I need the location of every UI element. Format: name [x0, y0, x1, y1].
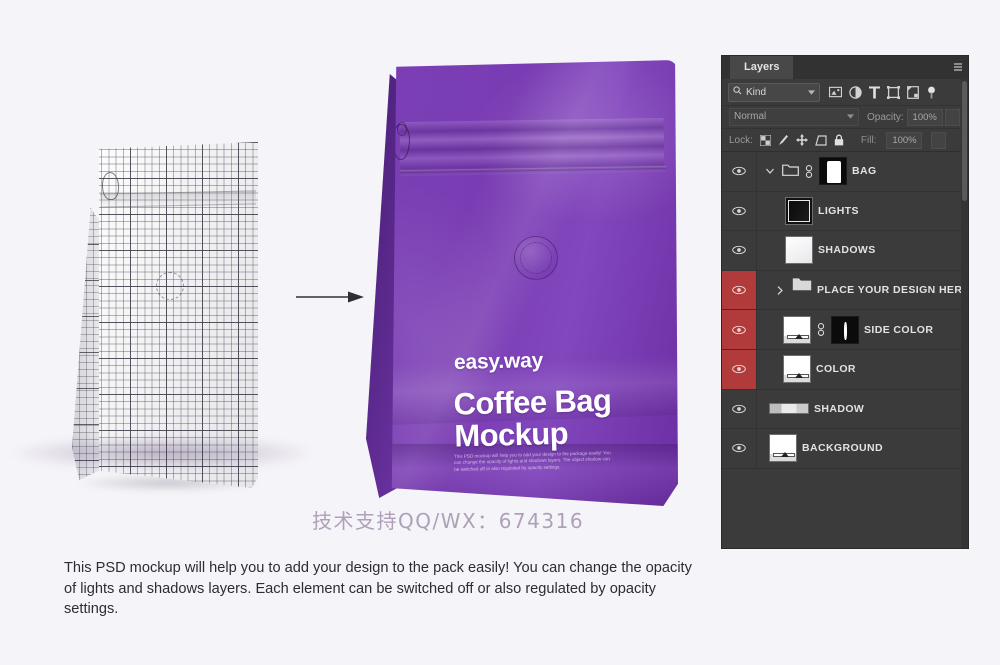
layer-thumbnail-color[interactable] [783, 355, 811, 384]
smart-object-filter-icon[interactable] [907, 85, 919, 99]
lock-position-icon[interactable] [795, 134, 808, 146]
adjustment-filter-icon[interactable] [849, 85, 862, 99]
layer-mask-thumbnail-side-color[interactable] [831, 315, 859, 344]
shape-filter-icon[interactable] [887, 85, 900, 99]
opacity-label: Opacity: [867, 111, 904, 123]
layers-panel: Layers Kind Normal Opacity: 100% Lock: F… [722, 56, 968, 548]
eye-icon [732, 246, 746, 255]
layer-filter-row: Kind [722, 79, 968, 106]
layer-name: LIGHTS [818, 204, 859, 217]
eye-icon [732, 167, 746, 176]
layer-row-shadow[interactable]: SHADOW [722, 389, 968, 430]
transformation-arrow-icon [296, 290, 364, 304]
layer-name: SHADOW [814, 402, 865, 415]
layer-name: COLOR [816, 363, 856, 376]
layer-thumbnail-lights[interactable] [785, 196, 813, 225]
lock-image-pixels-icon[interactable] [778, 134, 789, 146]
bag-headline: Coffee Bag Mockup [453, 382, 612, 454]
visibility-toggle-lights[interactable] [722, 191, 757, 231]
coffee-bag-front-panel: easy.way Coffee Bag Mockup This PSD mocku… [391, 60, 678, 506]
eye-icon [732, 285, 746, 295]
visibility-toggle-bag[interactable] [722, 152, 757, 191]
panel-tab-bar: Layers [722, 56, 968, 79]
link-icon[interactable] [804, 164, 814, 178]
layer-row-lights[interactable]: LIGHTS [722, 191, 968, 232]
layer-row-side-color[interactable]: SIDE COLOR [722, 310, 968, 350]
blend-mode-value: Normal [734, 111, 767, 122]
layer-row-bag[interactable]: BAG [722, 152, 968, 192]
folder-icon [782, 163, 799, 179]
eye-icon [732, 325, 746, 334]
layer-name: SIDE COLOR [864, 323, 934, 336]
watermark-text: 技术支持QQ/WX：674316 [312, 509, 585, 533]
link-icon[interactable] [816, 323, 826, 337]
page-description: This PSD mockup will help you to add you… [64, 560, 692, 617]
layer-list: BAG LIGHTS SHADOWS PLACE YOUR DESIGN HER… [722, 152, 968, 469]
layer-name: PLACE YOUR DESIGN HERE [817, 284, 968, 297]
fill-label: Fill: [860, 134, 877, 146]
coffee-bag-mockup: easy.way Coffee Bag Mockup This PSD mocku… [366, 60, 678, 530]
visibility-toggle-side-color[interactable] [722, 310, 757, 349]
opacity-value[interactable]: 100% [906, 108, 943, 126]
eye-icon [732, 365, 746, 374]
filter-kind-select[interactable]: Kind [728, 82, 820, 102]
visibility-toggle-shadow[interactable] [722, 389, 757, 429]
layer-row-shadows[interactable]: SHADOWS [722, 231, 968, 271]
eye-icon [732, 206, 746, 216]
layers-scrollbar[interactable] [961, 79, 968, 548]
lock-transparent-pixels-icon[interactable] [759, 134, 771, 146]
layer-mask-thumbnail-bag[interactable] [819, 157, 847, 186]
blend-mode-row: Normal Opacity: 100% [722, 106, 968, 129]
fill-stepper[interactable] [931, 131, 947, 149]
lock-all-icon[interactable] [834, 134, 844, 146]
fill-value[interactable]: 100% [886, 131, 923, 149]
layer-row-background[interactable]: BACKGROUND [722, 429, 968, 469]
layer-row-place-your-design-here[interactable]: PLACE YOUR DESIGN HERE [722, 270, 968, 311]
layers-scrollbar-thumb[interactable] [962, 81, 967, 201]
layer-name: BAG [852, 165, 877, 178]
eye-icon [732, 404, 746, 414]
tab-layers[interactable]: Layers [730, 56, 794, 79]
panel-menu-icon[interactable] [952, 61, 964, 73]
lock-label: Lock: [729, 134, 753, 146]
search-icon [733, 86, 742, 98]
filter-kind-label: Kind [746, 86, 767, 98]
bag-brand-name: easy.way [453, 348, 544, 375]
folder-icon [792, 276, 812, 304]
layer-thumbnail-side-color[interactable] [783, 315, 811, 344]
canvas-stage: easy.way Coffee Bag Mockup This PSD mocku… [0, 0, 1000, 665]
eye-icon [732, 444, 746, 453]
pixel-filter-icon[interactable] [829, 86, 842, 98]
layer-name: BACKGROUND [802, 442, 883, 455]
layer-thumbnail-shadows[interactable] [785, 236, 813, 265]
type-filter-icon[interactable] [869, 86, 880, 99]
layer-thumbnail-shadow[interactable] [769, 403, 809, 415]
visibility-toggle-place-your-design-here[interactable] [722, 270, 757, 310]
chevron-down-icon [808, 87, 815, 98]
blend-mode-select[interactable]: Normal [729, 108, 859, 126]
filter-toggle-icon[interactable] [926, 86, 937, 99]
visibility-toggle-background[interactable] [722, 429, 757, 468]
coffee-bag-shadow [10, 436, 306, 470]
visibility-toggle-color[interactable] [722, 349, 757, 389]
chevron-right-icon[interactable] [773, 285, 787, 295]
opacity-stepper[interactable] [944, 108, 960, 126]
layer-row-color[interactable]: COLOR [722, 349, 968, 390]
chevron-down-icon [847, 109, 854, 125]
chevron-down-icon[interactable] [763, 168, 777, 175]
lock-row: Lock: Fill: 100% [722, 129, 968, 152]
bag-body-copy: This PSD mockup will help you to add you… [453, 450, 611, 472]
visibility-toggle-shadows[interactable] [722, 231, 757, 270]
layer-thumbnail-background[interactable] [769, 434, 797, 463]
layer-name: SHADOWS [818, 244, 876, 257]
lock-artboard-nesting-icon[interactable] [815, 134, 827, 146]
